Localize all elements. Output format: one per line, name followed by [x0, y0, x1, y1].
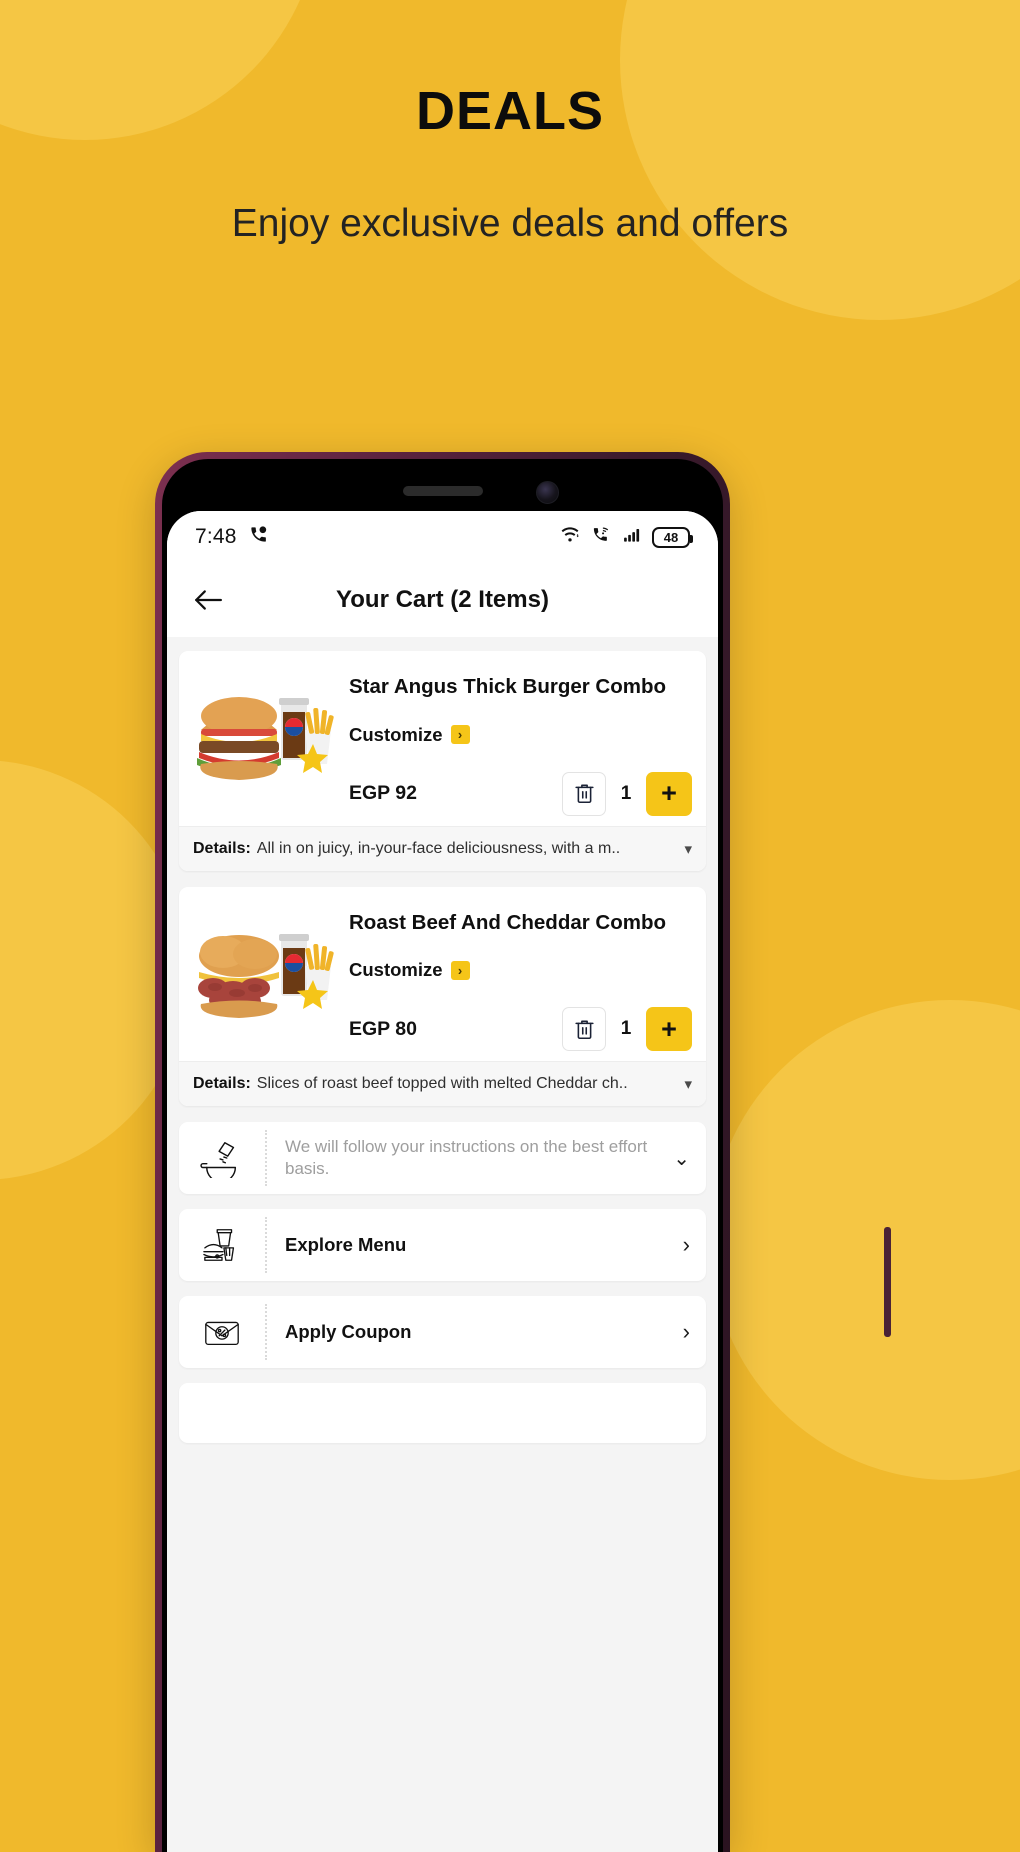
- page-title: DEALS: [415, 81, 604, 141]
- cart-item-price: EGP 92: [349, 782, 417, 805]
- cooking-instructions-row[interactable]: We will follow your instructions on the …: [179, 1122, 706, 1195]
- phone-speaker-grille: [402, 486, 483, 496]
- details-text: All in on juicy, in-your-face deliciousn…: [256, 839, 621, 857]
- trash-icon[interactable]: [562, 1007, 606, 1052]
- decorative-blob-bottom-right: [710, 1000, 1020, 1480]
- cart-item-main: Star Angus Thick Burger Combo Customize …: [179, 651, 706, 826]
- wifi-icon: [559, 525, 581, 549]
- menu-meal-icon: [179, 1217, 267, 1274]
- burger-combo-image: [193, 667, 343, 807]
- phone-screen: 7:48 48 Your Cart (2 Items) Star Angus T…: [167, 511, 718, 1852]
- cart-item-name: Star Angus Thick Burger Combo: [349, 675, 667, 698]
- status-bar-right: 48: [559, 525, 693, 549]
- cooking-instructions-label: We will follow your instructions on the …: [285, 1137, 648, 1179]
- chevron-right-icon[interactable]: ›: [673, 1319, 690, 1345]
- customize-button[interactable]: Customize ›: [349, 959, 692, 981]
- battery-indicator: 48: [652, 526, 693, 548]
- explore-menu-label: Explore Menu: [285, 1234, 407, 1256]
- quantity-value: 1: [620, 1018, 632, 1040]
- increase-quantity-button[interactable]: +: [646, 771, 692, 816]
- phone-call-icon: [249, 525, 268, 549]
- cellular-signal-icon: [621, 525, 643, 549]
- details-label: Details:: [193, 1075, 251, 1093]
- customize-label: Customize: [349, 723, 443, 745]
- chevron-right-icon: ›: [450, 725, 470, 745]
- chevron-right-icon: ›: [450, 960, 470, 980]
- chevron-right-icon[interactable]: ›: [673, 1232, 690, 1258]
- phone-mockup: 7:48 48 Your Cart (2 Items) Star Angus T…: [155, 452, 891, 1852]
- chevron-down-icon[interactable]: ⌄: [663, 1146, 690, 1171]
- next-section-partial[interactable]: [179, 1383, 706, 1444]
- quantity-stepper: 1 +: [562, 771, 692, 816]
- cart-item-main: Roast Beef And Cheddar Combo Customize ›…: [179, 887, 706, 1062]
- roast-beef-combo-image: [193, 903, 343, 1043]
- apply-coupon-row[interactable]: Apply Coupon ›: [179, 1296, 706, 1369]
- cart-item-info: Star Angus Thick Burger Combo Customize …: [343, 667, 692, 816]
- app-bar-title: Your Cart (2 Items): [336, 586, 549, 613]
- trash-icon[interactable]: [562, 771, 606, 816]
- vowifi-call-icon: [590, 525, 612, 549]
- cart-item-card[interactable]: Roast Beef And Cheddar Combo Customize ›…: [179, 886, 706, 1107]
- quantity-stepper: 1 +: [562, 1007, 692, 1052]
- details-text: Slices of roast beef topped with melted …: [256, 1075, 628, 1093]
- chevron-down-icon[interactable]: ▾: [674, 1075, 692, 1093]
- cart-item-price-row: EGP 80 1 +: [349, 1007, 692, 1052]
- promo-headline: DEALS Enjoy exclusive deals and offers: [0, 0, 1020, 254]
- cart-item-details[interactable]: Details: Slices of roast beef topped wit…: [179, 1061, 706, 1107]
- customize-button[interactable]: Customize ›: [349, 724, 692, 746]
- status-time: 7:48: [195, 525, 237, 548]
- apply-coupon-label: Apply Coupon: [285, 1321, 412, 1343]
- app-bar: Your Cart (2 Items): [167, 563, 718, 637]
- details-label: Details:: [193, 839, 251, 857]
- cooking-instructions-icon: [179, 1130, 267, 1187]
- status-bar: 7:48 48: [167, 511, 718, 563]
- chevron-down-icon[interactable]: ▾: [674, 840, 692, 858]
- phone-front-camera: [536, 481, 559, 504]
- promo-subtitle: Enjoy exclusive deals and offers: [231, 202, 789, 245]
- cart-item-info: Roast Beef And Cheddar Combo Customize ›…: [343, 903, 692, 1052]
- cart-item-card[interactable]: Star Angus Thick Burger Combo Customize …: [179, 651, 706, 871]
- cart-item-details[interactable]: Details: All in on juicy, in-your-face d…: [179, 825, 706, 871]
- cart-item-price: EGP 80: [349, 1017, 417, 1040]
- cart-item-price-row: EGP 92 1 +: [349, 771, 692, 816]
- cart-item-name: Roast Beef And Cheddar Combo: [349, 910, 667, 934]
- quantity-value: 1: [620, 782, 632, 804]
- cart-content: Star Angus Thick Burger Combo Customize …: [167, 637, 718, 1852]
- phone-bezel: 7:48 48 Your Cart (2 Items) Star Angus T…: [162, 459, 723, 1852]
- customize-label: Customize: [349, 959, 443, 981]
- coupon-icon: [179, 1304, 267, 1361]
- back-arrow-icon[interactable]: [191, 583, 225, 617]
- battery-level-text: 48: [663, 529, 679, 545]
- explore-menu-row[interactable]: Explore Menu ›: [179, 1209, 706, 1282]
- status-bar-left: 7:48: [195, 525, 268, 549]
- phone-power-button: [884, 1227, 891, 1337]
- increase-quantity-button[interactable]: +: [646, 1007, 692, 1052]
